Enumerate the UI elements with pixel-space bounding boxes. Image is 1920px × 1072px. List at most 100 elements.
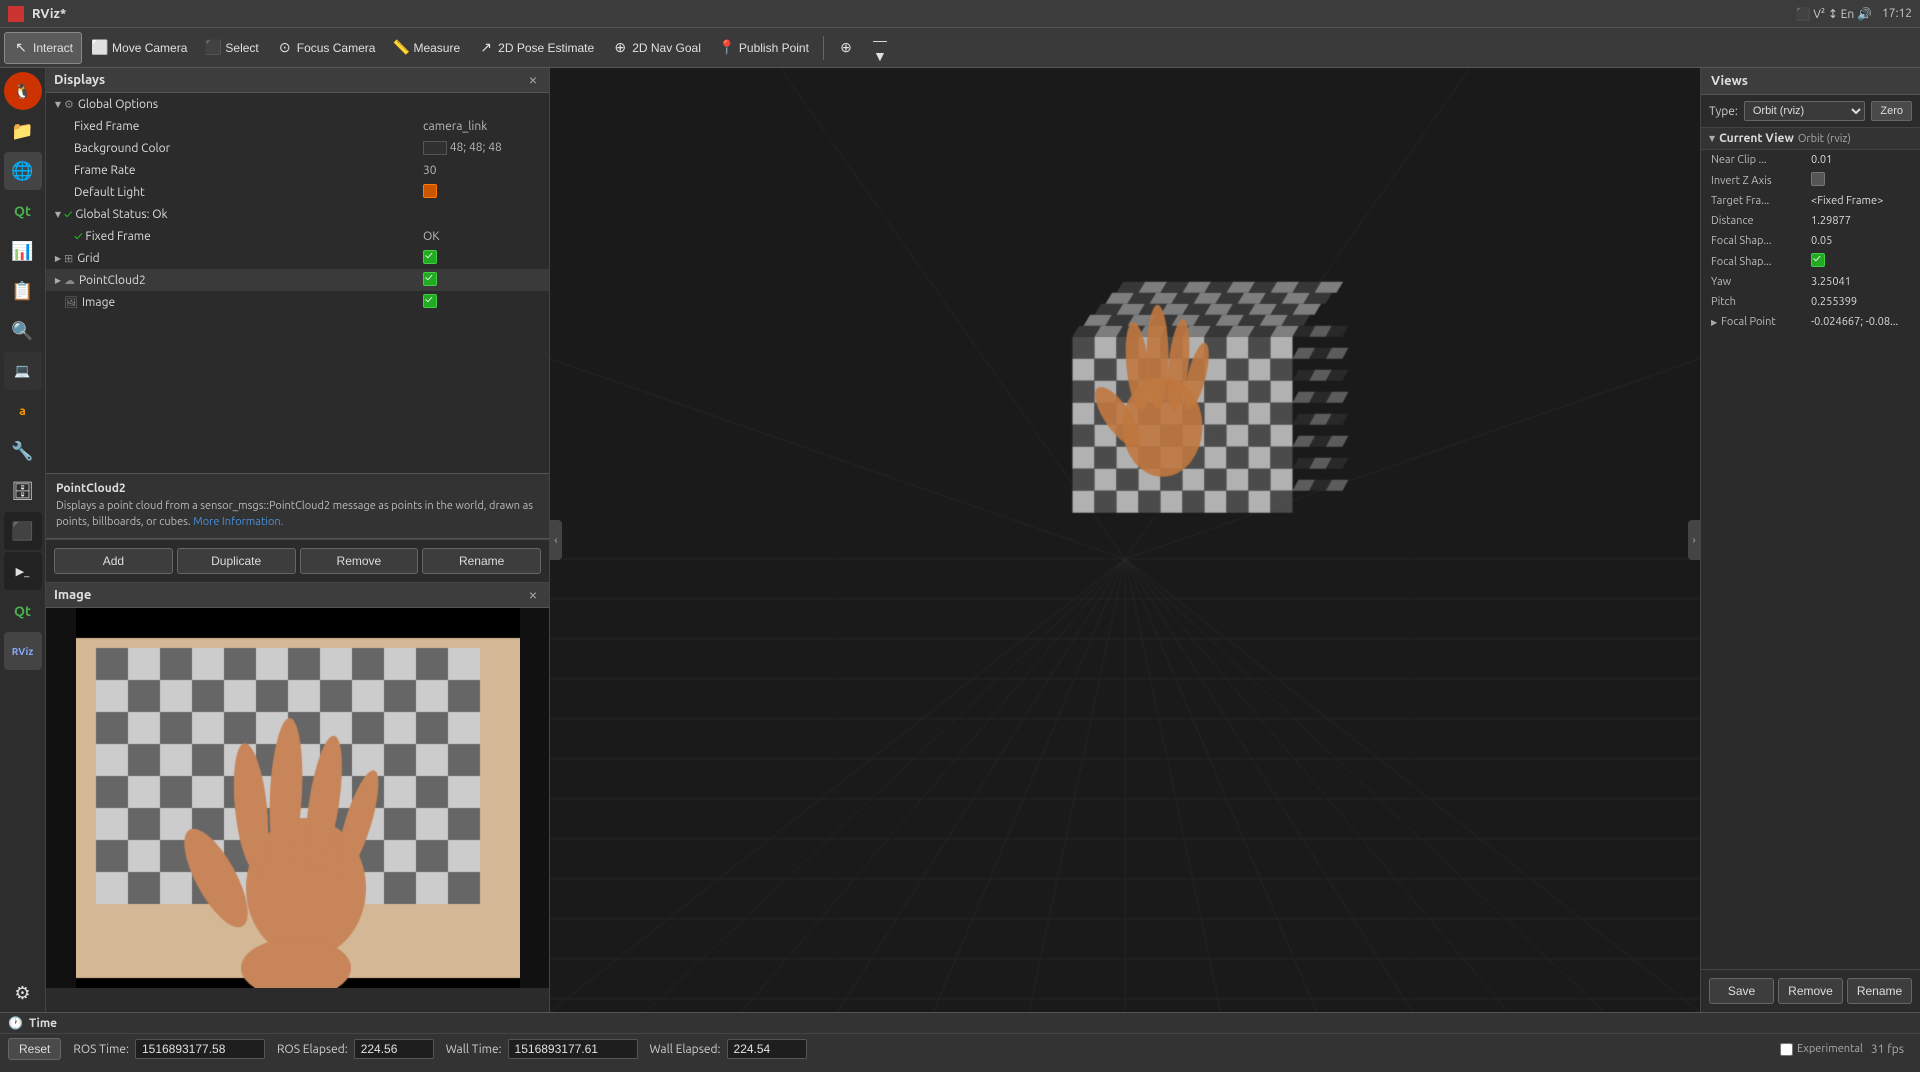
distance-label: Distance bbox=[1711, 215, 1811, 227]
global-status-label: Global Status: Ok bbox=[75, 208, 543, 221]
image-enable-checkbox[interactable] bbox=[423, 294, 437, 308]
grid-enable-checkbox[interactable] bbox=[423, 250, 437, 264]
viewport-3d[interactable]: ‹ › bbox=[550, 68, 1700, 1012]
remove-button[interactable]: Remove bbox=[300, 548, 419, 574]
sidebar-icon-qt2[interactable]: Qt bbox=[4, 592, 42, 630]
sidebar-icon-terminal2[interactable]: ▶_ bbox=[4, 552, 42, 590]
displays-close-btn[interactable]: × bbox=[525, 72, 541, 88]
sidebar-icon-notes[interactable]: 📋 bbox=[4, 272, 42, 310]
global-status-row[interactable]: ✓ Global Status: Ok bbox=[46, 203, 549, 225]
sidebar-icon-browser[interactable]: 🌐 bbox=[4, 152, 42, 190]
pose-estimate-button[interactable]: ↗ 2D Pose Estimate bbox=[470, 32, 602, 64]
views-zero-button[interactable]: Zero bbox=[1871, 101, 1912, 121]
image-row[interactable]: 🖼 Image bbox=[46, 291, 549, 313]
wall-elapsed-label: Wall Elapsed: bbox=[650, 1043, 721, 1056]
sidebar-icon-rviz[interactable]: RViz bbox=[4, 632, 42, 670]
target-frame-row[interactable]: Target Fra... <Fixed Frame> bbox=[1701, 191, 1920, 211]
focal-shape2-row[interactable]: Focal Shap... bbox=[1701, 251, 1920, 272]
focal-point-row[interactable]: ▶ Focal Point -0.024667; -0.08... bbox=[1701, 312, 1920, 332]
views-rename-button[interactable]: Rename bbox=[1847, 978, 1912, 1004]
views-type-select[interactable]: Orbit (rviz) bbox=[1744, 101, 1866, 121]
sidebar-icon-storage[interactable]: 🗄 bbox=[4, 472, 42, 510]
sidebar-icon-qt[interactable]: Qt bbox=[4, 192, 42, 230]
near-clip-row[interactable]: Near Clip ... 0.01 bbox=[1701, 150, 1920, 170]
grid-icon: ⊞ bbox=[64, 252, 73, 265]
bg-color-row[interactable]: Background Color 48; 48; 48 bbox=[46, 137, 549, 159]
viewport-expand-button[interactable]: › bbox=[1688, 520, 1700, 560]
wall-time-input[interactable] bbox=[508, 1039, 638, 1059]
bg-color-arrow bbox=[62, 142, 74, 154]
grid-row[interactable]: ⊞ Grid bbox=[46, 247, 549, 269]
close-button[interactable] bbox=[8, 6, 24, 22]
duplicate-button[interactable]: Duplicate bbox=[177, 548, 296, 574]
experimental-checkbox[interactable] bbox=[1780, 1043, 1793, 1056]
invert-z-label: Invert Z Axis bbox=[1711, 175, 1811, 187]
focal-shape2-enable[interactable] bbox=[1811, 253, 1825, 267]
wall-elapsed-input[interactable] bbox=[727, 1039, 807, 1059]
interact-button[interactable]: ↖ Interact bbox=[4, 32, 82, 64]
distance-row[interactable]: Distance 1.29877 bbox=[1701, 211, 1920, 231]
publish-point-button[interactable]: 📍 Publish Point bbox=[711, 32, 817, 64]
views-save-button[interactable]: Save bbox=[1709, 978, 1774, 1004]
sidebar-icon-search[interactable]: 🔍 bbox=[4, 312, 42, 350]
image-checkbox bbox=[423, 294, 543, 311]
global-status-arrow[interactable] bbox=[52, 208, 64, 220]
sidebar-icon-terminal[interactable]: 💻 bbox=[4, 352, 42, 390]
nav-goal-button[interactable]: ⊕ 2D Nav Goal bbox=[604, 32, 709, 64]
yaw-row[interactable]: Yaw 3.25041 bbox=[1701, 272, 1920, 292]
current-view-section: ▼ Current View Orbit (rviz) Near Clip ..… bbox=[1701, 128, 1920, 969]
ros-time-input[interactable] bbox=[135, 1039, 265, 1059]
rename-button[interactable]: Rename bbox=[422, 548, 541, 574]
viewport-collapse-button[interactable]: ‹ bbox=[550, 520, 562, 560]
extra-btn-2[interactable]: —▼ bbox=[864, 32, 896, 64]
current-view-header[interactable]: ▼ Current View Orbit (rviz) bbox=[1701, 128, 1920, 150]
more-info-link[interactable]: More Information. bbox=[193, 516, 283, 528]
invert-z-checkbox[interactable] bbox=[1811, 172, 1825, 186]
ros-elapsed-input[interactable] bbox=[354, 1039, 434, 1059]
add-button[interactable]: Add bbox=[54, 548, 173, 574]
status-fixed-frame-row[interactable]: ✓ Fixed Frame OK bbox=[46, 225, 549, 247]
current-view-subtitle: Orbit (rviz) bbox=[1798, 133, 1851, 145]
global-options-arrow[interactable] bbox=[52, 98, 64, 110]
pointcloud2-arrow[interactable] bbox=[52, 274, 64, 286]
sidebar-icon-tools[interactable]: 🔧 bbox=[4, 432, 42, 470]
sidebar-icon-settings[interactable]: ⚙ bbox=[4, 974, 42, 1012]
frame-rate-value: 30 bbox=[423, 164, 543, 177]
status-ff-arrow bbox=[62, 230, 74, 242]
image-panel-close-btn[interactable]: × bbox=[525, 587, 541, 603]
extra-btn-1[interactable]: ⊕ bbox=[830, 32, 862, 64]
views-header: Views bbox=[1701, 68, 1920, 95]
select-button[interactable]: ⬛ Select bbox=[197, 32, 266, 64]
invert-z-row[interactable]: Invert Z Axis bbox=[1701, 170, 1920, 191]
display-buttons: Add Duplicate Remove Rename bbox=[46, 539, 549, 582]
frame-rate-row[interactable]: Frame Rate 30 bbox=[46, 159, 549, 181]
near-clip-value: 0.01 bbox=[1811, 154, 1910, 166]
grid-arrow[interactable] bbox=[52, 252, 64, 264]
sidebar-icon-amazon[interactable]: a bbox=[4, 392, 42, 430]
sidebar-icon-spreadsheet[interactable]: 📊 bbox=[4, 232, 42, 270]
default-light-checkbox[interactable] bbox=[423, 184, 437, 198]
pitch-row[interactable]: Pitch 0.255399 bbox=[1701, 292, 1920, 312]
move-camera-button[interactable]: ⬜ Move Camera bbox=[84, 32, 195, 64]
pointcloud2-enable-checkbox[interactable] bbox=[423, 272, 437, 286]
sidebar-icon-black1[interactable]: ⬛ bbox=[4, 512, 42, 550]
reset-button[interactable]: Reset bbox=[8, 1038, 61, 1060]
measure-button[interactable]: 📏 Measure bbox=[385, 32, 468, 64]
fps-indicator: 31 fps bbox=[1871, 1043, 1904, 1056]
sidebar-icons: 🐧 📁 🌐 Qt 📊 📋 🔍 💻 a 🔧 🗄 ⬛ ▶_ Qt RViz ⚙ bbox=[0, 68, 46, 1012]
default-light-value bbox=[423, 184, 543, 201]
image-tree-label: Image bbox=[82, 296, 423, 309]
pointcloud2-row[interactable]: ☁ PointCloud2 bbox=[46, 269, 549, 291]
sidebar-icon-files[interactable]: 📁 bbox=[4, 112, 42, 150]
sidebar-icon-ubuntu[interactable]: 🐧 bbox=[4, 72, 42, 110]
image-canvas bbox=[46, 608, 549, 988]
focus-camera-button[interactable]: ⊙ Focus Camera bbox=[269, 32, 384, 64]
ros-elapsed-label: ROS Elapsed: bbox=[277, 1043, 348, 1056]
default-light-row[interactable]: Default Light bbox=[46, 181, 549, 203]
fixed-frame-row[interactable]: Fixed Frame camera_link bbox=[46, 115, 549, 137]
views-remove-button[interactable]: Remove bbox=[1778, 978, 1843, 1004]
focal-shape1-row[interactable]: Focal Shap... 0.05 bbox=[1701, 231, 1920, 251]
focal-point-arrow[interactable]: ▶ bbox=[1711, 318, 1717, 327]
bg-color-swatch[interactable] bbox=[423, 141, 447, 155]
global-options-row[interactable]: ⚙ Global Options bbox=[46, 93, 549, 115]
